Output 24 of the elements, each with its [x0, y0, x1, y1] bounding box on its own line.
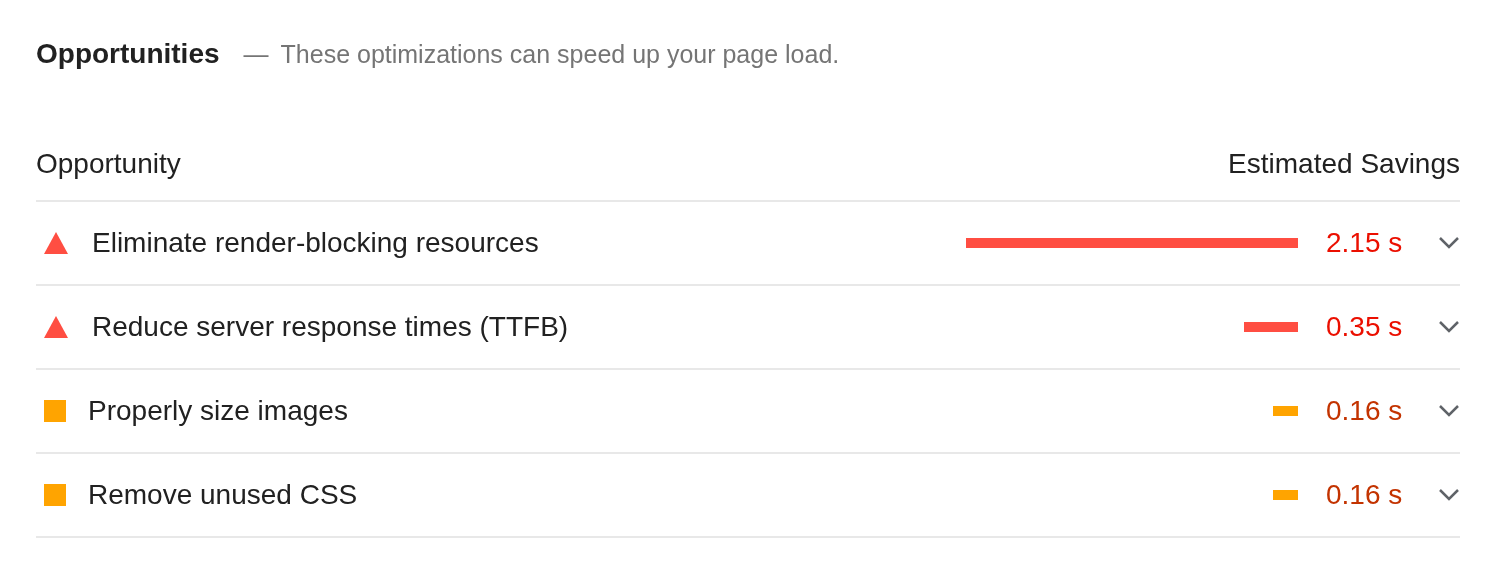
section-description: These optimizations can speed up your page load.	[280, 40, 840, 69]
audit-title: Reduce server response times (TTFB)	[92, 311, 570, 343]
savings-value: 0.35 s	[1326, 311, 1404, 343]
chevron-icon[interactable]	[1438, 320, 1460, 334]
audit-title: Eliminate render-blocking resources	[92, 227, 540, 259]
column-header: Opportunity	[36, 148, 181, 180]
dash: —	[243, 40, 269, 69]
audit-title: Properly size images	[88, 395, 349, 427]
savings-value: 0.16 s	[1326, 479, 1404, 511]
triangle-icon	[44, 232, 68, 254]
square-icon	[44, 400, 66, 422]
square-icon	[44, 484, 66, 506]
savings-bar	[1243, 322, 1298, 332]
savings-bar	[1273, 490, 1298, 500]
chevron-icon[interactable]	[1438, 236, 1460, 250]
savings-bar	[1273, 406, 1298, 416]
column-header: Estimated Savings	[1228, 148, 1460, 180]
section-title: Opportunities	[36, 38, 220, 70]
chevron-icon[interactable]	[1438, 404, 1460, 418]
chevron-icon[interactable]	[1438, 488, 1460, 502]
audit-title: Remove unused CSS	[88, 479, 359, 511]
savings-value: 2.15 s	[1326, 227, 1404, 259]
triangle-icon	[44, 316, 68, 338]
savings-value: 0.16 s	[1326, 395, 1404, 427]
